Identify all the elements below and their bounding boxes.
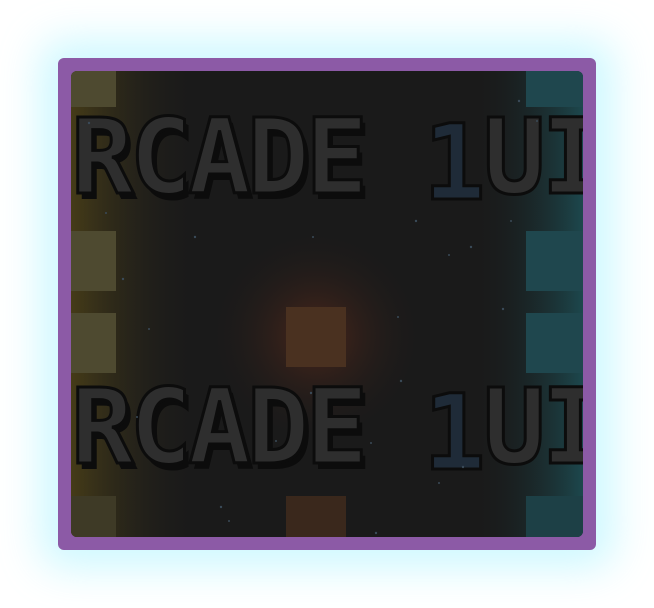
logo-suffix: UI bbox=[483, 366, 583, 488]
logo-suffix: UI bbox=[483, 96, 583, 218]
center-block bbox=[286, 307, 346, 367]
logo-text: RCADE bbox=[71, 366, 364, 488]
game-canvas[interactable]: RCADE RCADE 1 UI RCADE RCADE 1 UI bbox=[71, 71, 583, 537]
logo-text: RCADE bbox=[71, 96, 364, 218]
logo-badge: 1 bbox=[423, 372, 486, 494]
arcade-logo-top: RCADE RCADE 1 UI bbox=[71, 95, 583, 226]
game-stage: RCADE RCADE 1 UI RCADE RCADE 1 UI bbox=[0, 0, 654, 608]
game-screen[interactable]: RCADE RCADE 1 UI RCADE RCADE 1 UI bbox=[71, 71, 583, 537]
center-block-lower bbox=[286, 496, 346, 537]
arcade-logo-bottom: RCADE RCADE 1 UI bbox=[71, 365, 583, 496]
logo-badge: 1 bbox=[423, 102, 486, 224]
